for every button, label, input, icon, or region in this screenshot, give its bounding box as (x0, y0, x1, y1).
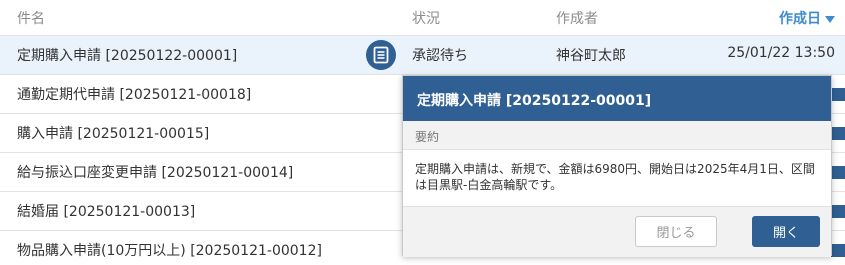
row-subject: 結婚届 [20250121-00013] (17, 204, 196, 220)
summary-button-partial[interactable] (831, 244, 845, 257)
row-author: 神谷町太郎 (556, 48, 626, 64)
row-subject: 定期購入申請 [20250122-00001] (17, 48, 238, 64)
row-subject: 購入申請 [20250121-00015] (17, 126, 210, 142)
column-header-name[interactable]: 件名 (17, 8, 45, 28)
popup-title: 定期購入申請 [20250122-00001] (417, 93, 652, 109)
summary-button-partial[interactable] (831, 127, 845, 140)
sort-descending-icon (825, 15, 835, 23)
close-button[interactable]: 閉じる (635, 216, 717, 247)
column-header-author[interactable]: 作成者 (556, 8, 598, 28)
popup-footer: 閉じる 開く (403, 206, 831, 257)
summary-text: 定期購入申請は、新規で、金額は6980円、開始日は2025年4月1日、区間は目黒… (415, 162, 815, 192)
summary-button-partial[interactable] (831, 166, 845, 179)
summary-button-partial[interactable] (831, 88, 845, 101)
column-header-status[interactable]: 状況 (412, 8, 440, 28)
summary-label: 要約 (415, 130, 440, 144)
row-date: 25/01/22 13:50 (727, 45, 835, 61)
summary-button-partial[interactable] (831, 205, 845, 218)
row-subject: 給与振込口座変更申請 [20250121-00014] (17, 165, 294, 181)
row-subject: 物品購入申請(10万円以上) [20250121-00012] (17, 243, 322, 259)
row-subject: 通勤定期代申請 [20250121-00018] (17, 87, 252, 103)
summary-popup: 定期購入申請 [20250122-00001] 要約 定期購入申請は、新規で、金… (402, 75, 832, 257)
summary-button[interactable] (366, 40, 396, 70)
document-icon (373, 46, 389, 64)
table-header: 件名 状況 作成者 作成日 (0, 0, 845, 36)
table-row[interactable]: 定期購入申請 [20250122-00001] 承認待ち 神谷町太郎 25/01… (0, 36, 845, 75)
column-header-created-date[interactable]: 作成日 (779, 8, 835, 28)
column-header-created-label: 作成日 (779, 11, 821, 27)
summary-section-header: 要約 (403, 121, 831, 150)
open-button[interactable]: 開く (752, 216, 820, 247)
popup-header: 定期購入申請 [20250122-00001] (403, 76, 831, 121)
row-status: 承認待ち (412, 48, 468, 64)
